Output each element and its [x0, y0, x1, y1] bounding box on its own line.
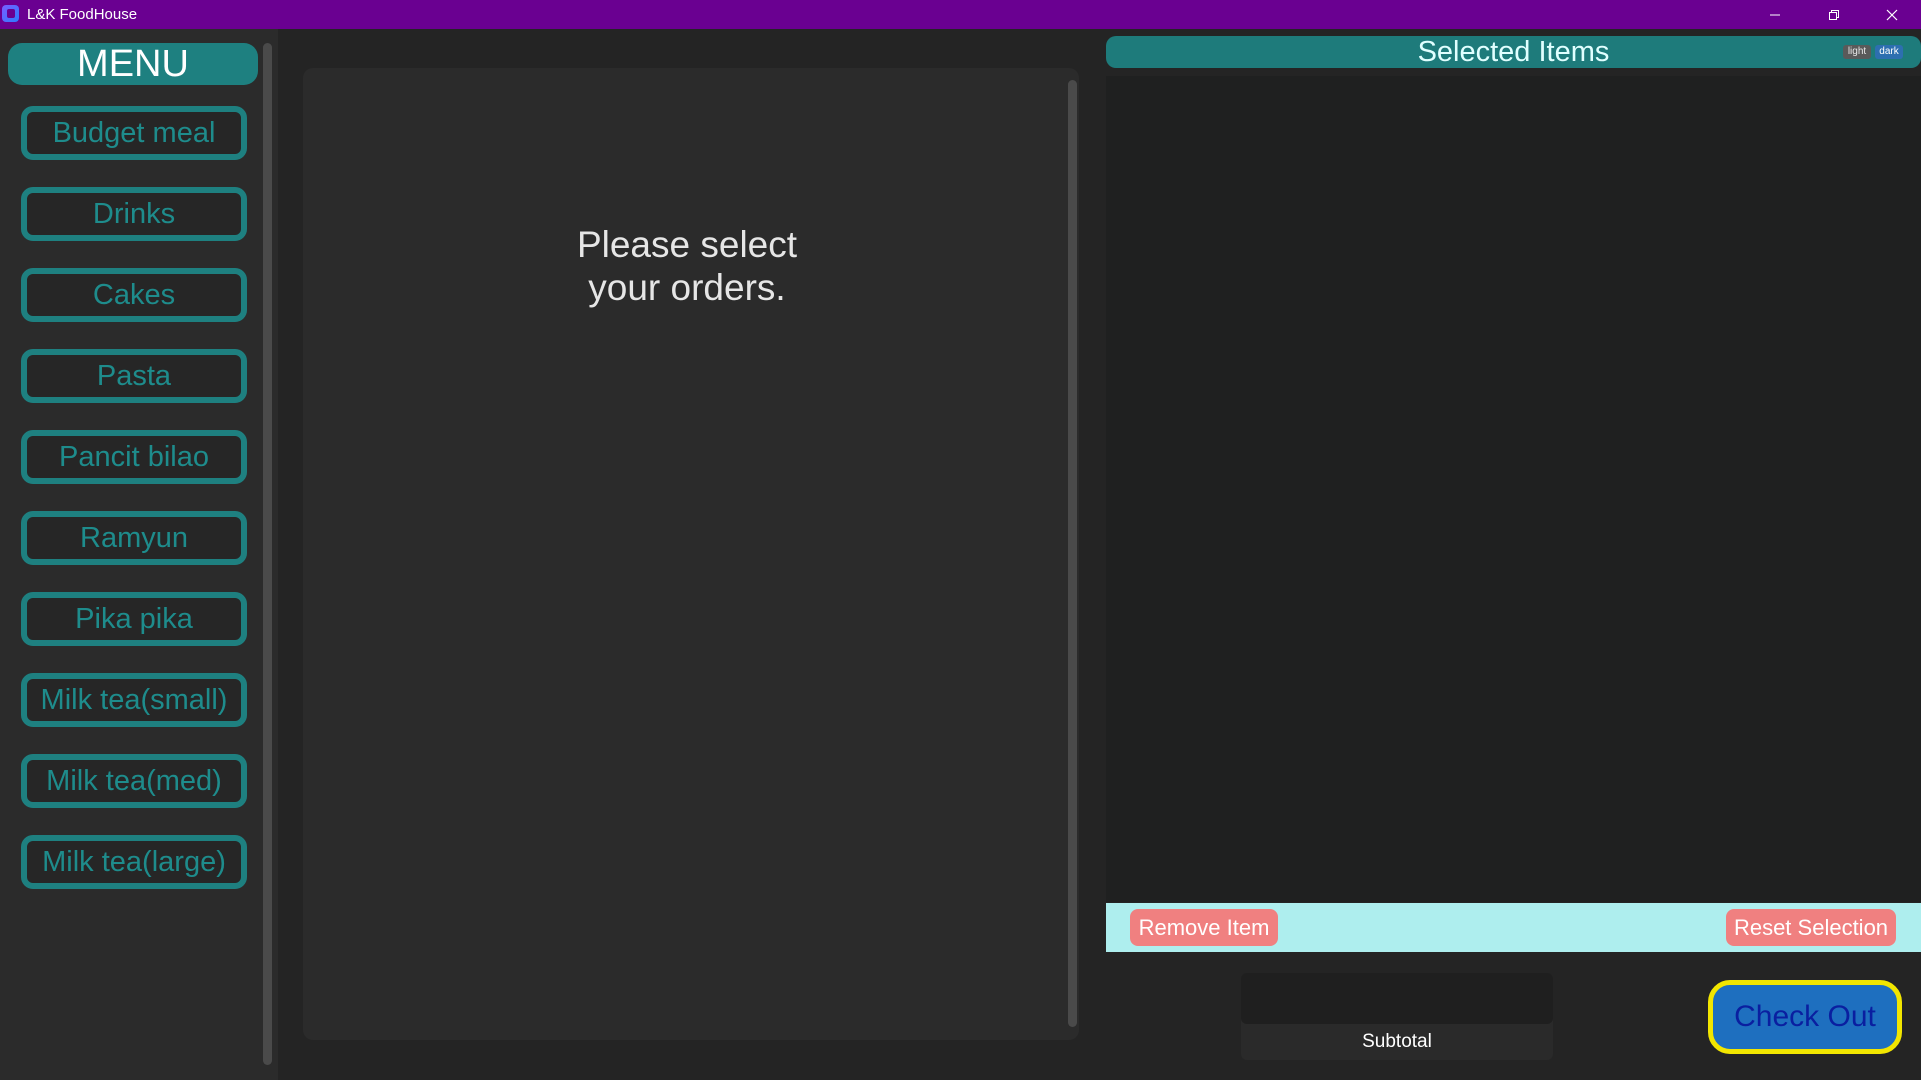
product-panel-scrollbar[interactable]: [1068, 80, 1077, 1027]
menu-item-pika-pika[interactable]: Pika pika: [21, 592, 247, 646]
menu-item-milk-tea-med[interactable]: Milk tea(med): [21, 754, 247, 808]
prompt-line-1: Please select: [576, 224, 798, 265]
subtotal-box: Subtotal: [1241, 973, 1553, 1060]
menu-item-drinks[interactable]: Drinks: [21, 187, 247, 241]
app-icon: [2, 5, 19, 22]
menu-item-cakes[interactable]: Cakes: [21, 268, 247, 322]
menu-item-milk-tea-large[interactable]: Milk tea(large): [21, 835, 247, 889]
minimize-button[interactable]: [1746, 0, 1804, 29]
product-panel: Please select your orders.: [303, 68, 1079, 1040]
subtotal-label: Subtotal: [1362, 1031, 1432, 1052]
selected-items-list[interactable]: [1106, 76, 1921, 902]
menu-item-milk-tea-small[interactable]: Milk tea(small): [21, 673, 247, 727]
sidebar-scrollbar[interactable]: [263, 43, 272, 1065]
menu-item-pancit-bilao[interactable]: Pancit bilao: [21, 430, 247, 484]
title-bar: L&K FoodHouse: [0, 0, 1921, 29]
close-button[interactable]: [1863, 0, 1921, 29]
reset-selection-button[interactable]: Reset Selection: [1726, 909, 1896, 946]
selection-action-bar: Remove Item Reset Selection: [1106, 903, 1921, 952]
selected-items-title: Selected Items: [1417, 36, 1610, 68]
prompt-line-2: your orders.: [588, 267, 786, 308]
menu-sidebar: MENU Budget meal Drinks Cakes Pasta Panc…: [0, 29, 278, 1080]
menu-item-pasta[interactable]: Pasta: [21, 349, 247, 403]
minimize-icon: [1769, 9, 1781, 21]
restore-icon: [1828, 9, 1840, 21]
menu-item-budget-meal[interactable]: Budget meal: [21, 106, 247, 160]
close-icon: [1886, 9, 1898, 21]
selected-items-header: Selected Items light dark: [1106, 36, 1921, 68]
menu-item-ramyun[interactable]: Ramyun: [21, 511, 247, 565]
select-orders-prompt: Please select your orders.: [303, 223, 1071, 309]
menu-header: MENU: [8, 43, 258, 85]
restore-button[interactable]: [1805, 0, 1863, 29]
subtotal-value: [1241, 973, 1553, 1024]
check-out-button[interactable]: Check Out: [1708, 980, 1902, 1054]
remove-item-button[interactable]: Remove Item: [1130, 909, 1278, 946]
window-title: L&K FoodHouse: [27, 6, 138, 23]
light-theme-button[interactable]: light: [1843, 45, 1871, 59]
dark-theme-button[interactable]: dark: [1875, 45, 1903, 59]
